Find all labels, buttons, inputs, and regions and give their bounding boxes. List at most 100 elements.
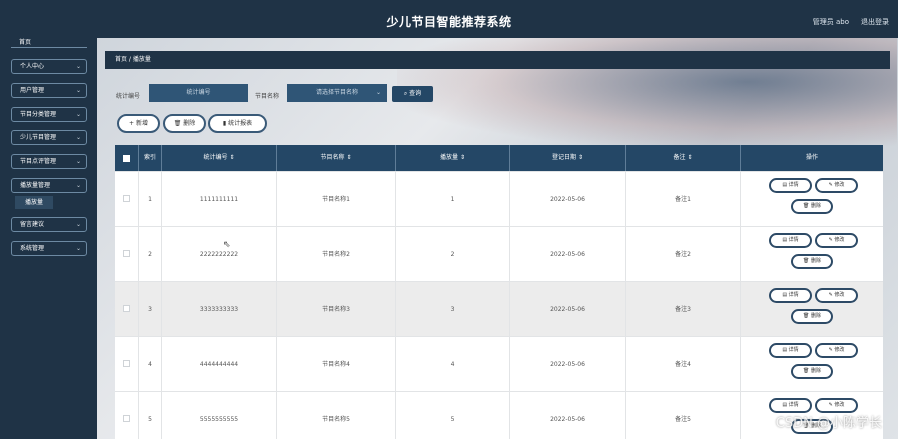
cell-name: 节目名称2: [276, 227, 395, 282]
cell-name: 节目名称5: [276, 392, 395, 439]
cell-code: 2222222222: [161, 227, 276, 282]
pencil-icon: ✎: [828, 402, 833, 408]
cell-date: 2022-05-06: [509, 227, 625, 282]
sidebar-item-messages[interactable]: 留言建议 ⌄: [11, 217, 87, 232]
select-all-checkbox[interactable]: [123, 155, 130, 162]
trash-icon: 🗑: [803, 258, 810, 264]
search-label-name: 节目名称: [255, 93, 280, 100]
chevron-down-icon: ⌄: [75, 111, 81, 118]
search-icon: ⌕: [403, 90, 408, 97]
row-delete-button[interactable]: 🗑 删除: [791, 364, 833, 379]
row-checkbox[interactable]: [123, 360, 130, 367]
sidebar-item-system[interactable]: 系统管理 ⌄: [11, 241, 87, 256]
cell-date: 2022-05-06: [509, 392, 625, 439]
sidebar-item-play-count[interactable]: 播放量管理 ⌄: [11, 178, 87, 193]
cell-actions: ▤ 详情 ✎ 修改 🗑 删除: [740, 227, 883, 282]
logout-link[interactable]: 退出登录: [861, 17, 889, 27]
edit-button[interactable]: ✎ 修改: [815, 288, 858, 303]
detail-button[interactable]: ▤ 详情: [769, 288, 812, 303]
sidebar-item-reviews[interactable]: 节目点评管理 ⌄: [11, 154, 87, 169]
detail-label: 详情: [788, 347, 799, 353]
breadcrumb: 首页 / 播放量: [105, 51, 890, 69]
report-button[interactable]: ▮ 统计报表: [208, 114, 267, 133]
add-button[interactable]: + 新增: [117, 114, 160, 133]
sidebar-item-label: 播放量管理: [20, 182, 51, 189]
detail-label: 详情: [788, 402, 799, 408]
document-icon: ▤: [782, 292, 788, 298]
sidebar-subitem-play-count[interactable]: 播放量: [15, 196, 53, 209]
detail-button[interactable]: ▤ 详情: [769, 398, 812, 413]
header-code[interactable]: 统计编号 ⇕: [161, 145, 276, 171]
add-button-label: 新增: [135, 120, 148, 127]
delete-label: 删除: [810, 368, 821, 374]
chevron-down-icon: ⌄: [75, 182, 81, 189]
cell-plays: 1: [395, 172, 509, 227]
main-content: 首页 / 播放量 统计编号 统计编号 节目名称 请选择节目名称 ⌄ ⌕ 查询 +…: [97, 38, 898, 439]
sidebar-item-users[interactable]: 用户管理 ⌄: [11, 83, 87, 98]
delete-label: 删除: [810, 313, 821, 319]
document-icon: ▤: [782, 237, 788, 243]
trash-icon: 🗑: [803, 203, 810, 209]
header-date[interactable]: 登记日期 ⇕: [509, 145, 625, 171]
document-icon: ▤: [782, 402, 788, 408]
plus-icon: +: [129, 120, 135, 127]
sidebar-item-label: 个人中心: [20, 63, 45, 70]
sidebar-item-home[interactable]: 首页: [11, 39, 87, 48]
cell-name: 节目名称4: [276, 337, 395, 392]
header-name[interactable]: 节目名称 ⇕: [276, 145, 395, 171]
row-delete-button[interactable]: 🗑 删除: [791, 199, 833, 214]
delete-label: 删除: [810, 258, 821, 264]
sidebar-item-categories[interactable]: 节目分类管理 ⌄: [11, 107, 87, 122]
header-actions: 操作: [740, 145, 883, 171]
chevron-down-icon: ⌄: [75, 158, 81, 165]
cell-name: 节目名称1: [276, 172, 395, 227]
chevron-down-icon: ⌄: [75, 221, 81, 228]
row-delete-button[interactable]: 🗑 删除: [791, 254, 833, 269]
header-plays[interactable]: 播放量 ⇕: [395, 145, 509, 171]
row-checkbox[interactable]: [123, 415, 130, 422]
search-button-label: 查询: [409, 90, 422, 97]
edit-button[interactable]: ✎ 修改: [815, 343, 858, 358]
report-button-label: 统计报表: [228, 120, 253, 127]
search-label-code: 统计编号: [116, 93, 141, 100]
delete-button[interactable]: 🗑 删除: [163, 114, 206, 133]
cell-index: 2: [138, 227, 161, 282]
program-name-select[interactable]: 请选择节目名称 ⌄: [287, 84, 387, 102]
trash-icon: 🗑: [803, 313, 810, 319]
table-row: 1 1111111111 节目名称1 1 2022-05-06 备注1 ▤ 详情…: [115, 171, 883, 227]
chevron-down-icon: ⌄: [75, 87, 81, 94]
sidebar-item-programs[interactable]: 少儿节目管理 ⌄: [11, 130, 87, 145]
detail-label: 详情: [788, 182, 799, 188]
watermark: CSDN @小陈学长: [775, 416, 882, 431]
edit-button[interactable]: ✎ 修改: [815, 178, 858, 193]
sidebar-item-label: 节目点评管理: [20, 158, 57, 165]
code-search-input[interactable]: 统计编号: [149, 84, 248, 102]
document-icon: ▤: [782, 182, 788, 188]
detail-button[interactable]: ▤ 详情: [769, 343, 812, 358]
detail-button[interactable]: ▤ 详情: [769, 233, 812, 248]
row-checkbox[interactable]: [123, 305, 130, 312]
cell-plays: 5: [395, 392, 509, 439]
pencil-icon: ✎: [828, 347, 833, 353]
row-delete-button[interactable]: 🗑 删除: [791, 309, 833, 324]
edit-label: 修改: [834, 347, 845, 353]
cell-plays: 2: [395, 227, 509, 282]
search-button[interactable]: ⌕ 查询: [392, 86, 433, 102]
edit-button[interactable]: ✎ 修改: [815, 233, 858, 248]
sidebar-item-label: 用户管理: [20, 87, 45, 94]
cell-actions: ▤ 详情 ✎ 修改 🗑 删除: [740, 172, 883, 227]
edit-button[interactable]: ✎ 修改: [815, 398, 858, 413]
select-placeholder: 请选择节目名称: [315, 89, 358, 96]
sidebar: 首页 个人中心 ⌄ 用户管理 ⌄ 节目分类管理 ⌄ 少儿节目管理 ⌄ 节目点评管理 ⌄ 播…: [0, 38, 97, 439]
cell-note: 备注3: [625, 282, 740, 337]
row-checkbox[interactable]: [123, 195, 130, 202]
row-checkbox[interactable]: [123, 250, 130, 257]
header-note[interactable]: 备注 ⇕: [625, 145, 740, 171]
sidebar-item-personal-center[interactable]: 个人中心 ⌄: [11, 59, 87, 74]
sidebar-item-label: 系统管理: [20, 245, 45, 252]
table-header: 索引 统计编号 ⇕ 节目名称 ⇕ 播放量 ⇕ 登记日期 ⇕ 备注 ⇕ 操作: [115, 145, 883, 171]
pencil-icon: ✎: [828, 182, 833, 188]
cell-date: 2022-05-06: [509, 337, 625, 392]
chevron-down-icon: ⌄: [75, 63, 81, 70]
detail-button[interactable]: ▤ 详情: [769, 178, 812, 193]
